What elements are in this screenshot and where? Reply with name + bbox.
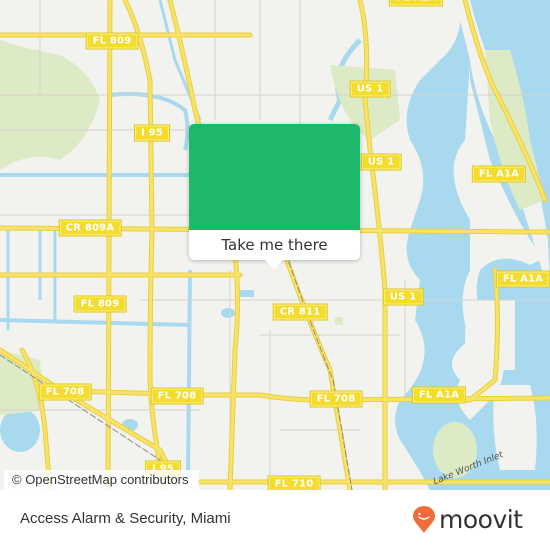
brand-name: moovit (439, 505, 523, 534)
road-shield-us1: US 1 (360, 153, 402, 171)
footer: Access Alarm & Security, Miami moovit (0, 490, 550, 550)
road-shield-fl809: FL 809 (73, 295, 127, 313)
road-shield-cr809a: CR 809A (58, 219, 122, 237)
road-shield-fl708: FL 708 (150, 387, 204, 405)
road-shield-fla1a: FL A1A (495, 270, 550, 288)
road-shield-fla1a: FL A1A (388, 0, 444, 7)
map-attribution[interactable]: © OpenStreetMap contributors (4, 470, 199, 490)
road-shield-fl710: FL 710 (267, 475, 321, 490)
road-shield-fl809: FL 809 (85, 32, 139, 50)
map[interactable]: FL 809 I 95 CR 809A FL 809 FL 708 FL 708… (0, 0, 550, 490)
road-shield-fla1a: FL A1A (411, 386, 467, 404)
road-shield-i95: I 95 (134, 124, 170, 142)
moovit-logo[interactable]: moovit (412, 505, 523, 535)
road-shield-cr811: CR 811 (272, 303, 328, 321)
road-shield-fl708: FL 708 (309, 390, 363, 408)
location-popup: Take me there (189, 124, 360, 269)
take-me-there-button[interactable]: Take me there (189, 230, 360, 260)
road-shield-fla1a: FL A1A (471, 165, 527, 183)
popup-header (189, 124, 360, 230)
popup-pointer (265, 260, 283, 269)
place-title: Access Alarm & Security, Miami (20, 510, 231, 527)
road-shield-us1: US 1 (349, 80, 391, 98)
moovit-pin-icon (413, 506, 435, 533)
road-shield-fl708: FL 708 (38, 383, 92, 401)
road-shield-us1: US 1 (382, 288, 424, 306)
